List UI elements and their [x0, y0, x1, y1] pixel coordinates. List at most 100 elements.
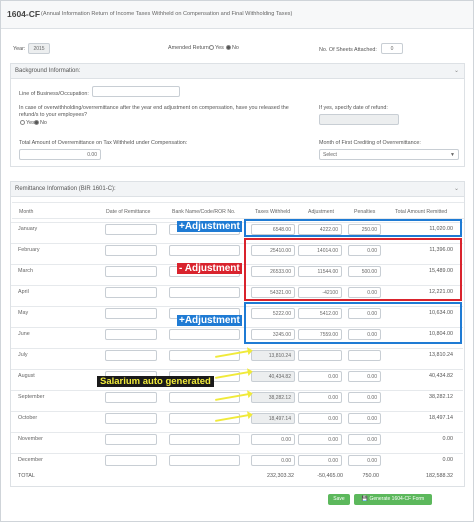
- col-adjustment: Adjustment: [308, 209, 334, 215]
- amended-return-label: Amended Return:: [168, 45, 211, 51]
- auto-generated-label: Salarium auto generated: [97, 376, 214, 387]
- row-divider: [11, 369, 463, 370]
- amended-yes[interactable]: Yes: [208, 45, 224, 51]
- date-remittance-field[interactable]: [105, 287, 157, 298]
- plus-adjustment-label-1: +Adjustment: [177, 221, 242, 232]
- bank-name-field[interactable]: [169, 434, 240, 445]
- month-label: August: [18, 373, 35, 379]
- col-bank: Bank Name/Code/ROR No.: [172, 209, 236, 215]
- total-amount-remitted: 182,588.32: [426, 473, 453, 479]
- month-crediting-label: Month of First Crediting of Overremittan…: [319, 140, 421, 146]
- month-label: April: [18, 289, 29, 295]
- adjustment-field[interactable]: 0.00: [298, 455, 342, 466]
- total-remitted-value: 13,810.24: [429, 352, 453, 358]
- col-month: Month: [19, 209, 34, 215]
- col-taxes-withheld: Taxes Withheld: [255, 209, 291, 215]
- form-window: 1604-CF (Annual Information Return of In…: [0, 0, 474, 522]
- overwithholding-question: In case of overwithholding/overremittanc…: [19, 105, 289, 118]
- total-label: TOTAL: [18, 473, 35, 479]
- adjustment-field[interactable]: 0.00: [298, 371, 342, 382]
- year-label: Year:: [13, 46, 26, 52]
- chevron-down-icon[interactable]: ⌄: [454, 67, 459, 74]
- month-label: February: [18, 247, 40, 253]
- refund-yes-radio[interactable]: [20, 120, 25, 126]
- bank-name-field[interactable]: [169, 329, 240, 340]
- month-label: January: [18, 226, 38, 232]
- adjustment-field[interactable]: 0.00: [298, 413, 342, 424]
- month-label: October: [18, 415, 38, 421]
- total-remitted-value: 38,282.12: [429, 394, 453, 400]
- penalties-field[interactable]: 0.00: [348, 392, 381, 403]
- total-remitted-value: 18,497.14: [429, 415, 453, 421]
- background-title: Background Information:: [15, 68, 81, 74]
- penalties-field[interactable]: 0.00: [348, 455, 381, 466]
- date-remittance-field[interactable]: [105, 266, 157, 277]
- taxes-withheld-field[interactable]: 40,434.82: [251, 371, 295, 382]
- total-overremittance-label: Total Amount of Overremittance on Tax Wi…: [19, 140, 188, 146]
- remittance-panel-header[interactable]: Remittance Information (BIR 1601-C): ⌄: [11, 182, 464, 197]
- month-label: December: [18, 457, 43, 463]
- generate-form-button[interactable]: 💾 Generate 1604-CF Form: [354, 494, 432, 505]
- sheets-attached-label: No. Of Sheets Attached:: [319, 47, 377, 53]
- adjustment-field[interactable]: 0.00: [298, 392, 342, 403]
- total-remitted-value: 0.00: [442, 436, 454, 442]
- date-remittance-field[interactable]: [105, 434, 157, 445]
- date-remittance-field[interactable]: [105, 392, 157, 403]
- row-divider: [11, 453, 463, 454]
- form-code: 1604-CF: [7, 9, 41, 19]
- taxes-withheld-field[interactable]: 0.00: [251, 434, 295, 445]
- bank-name-field[interactable]: [169, 287, 240, 298]
- date-remittance-field[interactable]: [105, 308, 157, 319]
- col-total-remitted: Total Amount Remitted: [395, 209, 448, 215]
- year-field[interactable]: 2015: [28, 43, 50, 54]
- date-remittance-field[interactable]: [105, 413, 157, 424]
- refund-date-field[interactable]: [319, 114, 399, 125]
- background-panel: Background Information: ⌄ Line of Busine…: [10, 63, 465, 167]
- business-field[interactable]: [92, 86, 180, 97]
- adjustment-highlight-box-3: [244, 302, 462, 344]
- taxes-withheld-field[interactable]: 0.00: [251, 455, 295, 466]
- penalties-field[interactable]: 0.00: [348, 371, 381, 382]
- sheets-attached-field[interactable]: 0: [381, 43, 403, 54]
- caret-down-icon: ▼: [450, 152, 455, 158]
- month-label: March: [18, 268, 33, 274]
- date-remittance-field[interactable]: [105, 350, 157, 361]
- taxes-withheld-field[interactable]: 18,497.14: [251, 413, 295, 424]
- total-overremittance-field[interactable]: 0.00: [19, 149, 101, 160]
- date-remittance-field[interactable]: [105, 245, 157, 256]
- taxes-withheld-field[interactable]: 38,282.12: [251, 392, 295, 403]
- remittance-title: Remittance Information (BIR 1601-C):: [15, 186, 116, 192]
- total-remitted-value: 0.00: [442, 457, 454, 463]
- taxes-withheld-field[interactable]: 13,810.24: [251, 350, 295, 361]
- date-remittance-field[interactable]: [105, 455, 157, 466]
- plus-adjustment-label-2: +Adjustment: [177, 315, 242, 326]
- amended-no[interactable]: No: [225, 45, 239, 51]
- col-date-remittance: Date of Remittance: [106, 209, 151, 215]
- adjustment-field[interactable]: [298, 350, 342, 361]
- month-crediting-select[interactable]: Select ▼: [319, 149, 459, 160]
- month-label: September: [18, 394, 45, 400]
- amended-yes-radio[interactable]: [209, 45, 214, 51]
- total-penalties: 750.00: [362, 473, 380, 479]
- bank-name-field[interactable]: [169, 350, 240, 361]
- total-taxes: 232,303.32: [267, 473, 294, 479]
- refund-no-radio[interactable]: [34, 120, 39, 126]
- save-button[interactable]: Save: [328, 494, 350, 505]
- bank-name-field[interactable]: [169, 245, 240, 256]
- chevron-down-icon[interactable]: ⌄: [454, 185, 459, 192]
- total-remitted-value: 40,434.82: [429, 373, 453, 379]
- penalties-field[interactable]: [348, 350, 381, 361]
- date-remittance-field[interactable]: [105, 224, 157, 235]
- background-panel-header[interactable]: Background Information: ⌄: [11, 64, 464, 79]
- amended-no-radio[interactable]: [226, 45, 231, 51]
- total-adjustment: -50,465.00: [317, 473, 343, 479]
- business-label: Line of Business/Occupation:: [19, 91, 89, 97]
- penalties-field[interactable]: 0.00: [348, 434, 381, 445]
- date-remittance-field[interactable]: [105, 329, 157, 340]
- col-penalties: Penalties: [354, 209, 376, 215]
- penalties-field[interactable]: 0.00: [348, 413, 381, 424]
- bank-name-field[interactable]: [169, 455, 240, 466]
- row-divider: [11, 411, 463, 412]
- refund-no[interactable]: No: [33, 120, 47, 126]
- adjustment-field[interactable]: 0.00: [298, 434, 342, 445]
